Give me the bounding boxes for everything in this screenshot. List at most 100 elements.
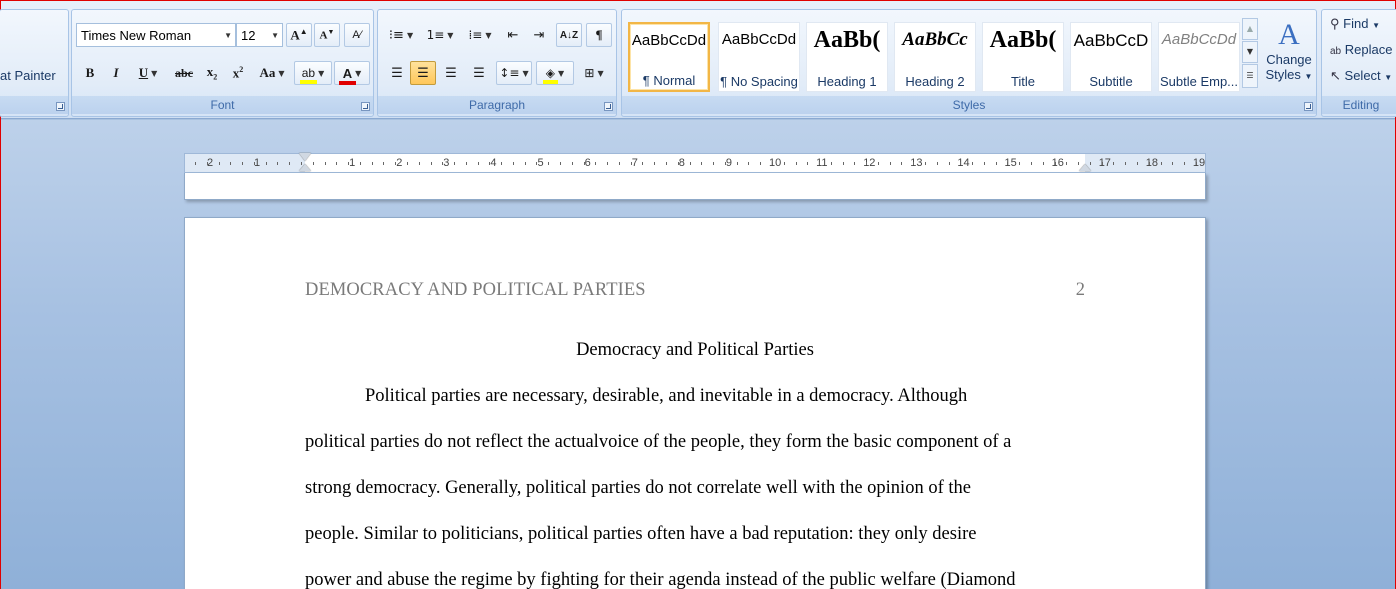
italic-button[interactable]: I <box>104 61 128 85</box>
multilevel-list-button[interactable]: ⁞≡ ▼ <box>462 23 498 47</box>
gallery-scroll-down-button[interactable]: ▼ <box>1242 41 1258 63</box>
numbering-button[interactable]: 1≡ ▼ <box>422 23 458 47</box>
sort-button[interactable]: A↓Z <box>556 23 582 47</box>
change-styles-button[interactable]: A Change Styles ▼ <box>1262 14 1316 92</box>
ruler-tick <box>372 162 373 165</box>
clear-formatting-icon: A⁄ <box>352 29 362 41</box>
font-color-icon: A <box>338 66 357 85</box>
style-no-spacing[interactable]: AaBbCcDd ¶ No Spacing <box>718 22 800 92</box>
ruler-label: 8 <box>678 157 685 169</box>
chevron-down-icon: ▼ <box>485 30 492 40</box>
ruler-tick <box>501 162 502 165</box>
replace-button[interactable]: ab Replace <box>1330 42 1392 62</box>
style-name: Heading 1 <box>817 74 877 89</box>
paragraph-group-label: Paragraph <box>378 96 616 114</box>
underline-button[interactable]: U ▼ <box>130 61 166 85</box>
ruler-tick <box>1066 162 1067 165</box>
document-page[interactable]: DEMOCRACY AND POLITICAL PARTIES 2 Democr… <box>184 217 1206 589</box>
hanging-indent-marker[interactable] <box>299 164 311 171</box>
running-head: DEMOCRACY AND POLITICAL PARTIES <box>305 280 646 300</box>
line-spacing-icon: ↕≡ <box>499 66 520 80</box>
justify-button[interactable]: ☰ <box>466 61 492 85</box>
font-dialog-launcher[interactable] <box>361 102 370 111</box>
strikethrough-icon: abc <box>175 65 193 80</box>
decrease-indent-icon: ⇤ <box>507 27 519 43</box>
ruler-tick <box>890 162 891 165</box>
increase-indent-button[interactable]: ⇥ <box>526 23 552 47</box>
style-heading-1[interactable]: AaBb( Heading 1 <box>806 22 888 92</box>
ruler-tick <box>772 162 773 165</box>
ruler-tick <box>548 162 549 165</box>
replace-label: Replace <box>1344 42 1393 57</box>
shrink-font-button[interactable]: A▼ <box>314 23 340 47</box>
subscript-button[interactable]: x2 <box>200 61 224 85</box>
numbered-list-icon: 1≡ <box>426 28 445 42</box>
styles-dialog-launcher[interactable] <box>1304 102 1313 111</box>
font-group: Times New Roman ▼ 12 ▼ A▲ A▼ A⁄ B I U ▼ … <box>71 9 374 117</box>
style-name: Title <box>1010 74 1036 89</box>
ruler-tick <box>854 162 855 165</box>
style-subtitle[interactable]: AaBbCcD Subtitle <box>1070 22 1152 92</box>
paragraph-dialog-launcher[interactable] <box>604 102 613 111</box>
align-center-button[interactable]: ☰ <box>410 61 436 85</box>
shading-button[interactable]: ◈ ▼ <box>536 61 574 85</box>
bold-button[interactable]: B <box>78 61 102 85</box>
chevron-down-icon: ▼ <box>224 31 232 40</box>
text-highlight-button[interactable]: ab ▼ <box>294 61 332 85</box>
font-name-combo[interactable]: Times New Roman ▼ <box>76 23 236 47</box>
body-line: political parties do not reflect the act… <box>305 432 1012 452</box>
style-subtle-emphasis[interactable]: AaBbCcDd Subtle Emp... <box>1158 22 1240 92</box>
line-spacing-button[interactable]: ↕≡ ▼ <box>496 61 532 85</box>
style-title[interactable]: AaBb( Title <box>982 22 1064 92</box>
superscript-button[interactable]: x2 <box>226 61 250 85</box>
change-styles-label-2: Styles <box>1265 67 1301 82</box>
first-line-indent-marker[interactable] <box>299 153 311 161</box>
gallery-scroll-up-button[interactable]: ▲ <box>1242 18 1258 40</box>
font-group-label: Font <box>72 96 373 114</box>
decrease-indent-button[interactable]: ⇤ <box>500 23 526 47</box>
ruler-tick <box>866 162 867 165</box>
select-label: Select <box>1344 68 1381 83</box>
border-icon: ⊞ <box>584 66 595 80</box>
ruler-tick <box>513 162 514 165</box>
change-case-button[interactable]: Aa ▼ <box>254 61 290 85</box>
ruler-tick <box>1055 162 1056 165</box>
ruler-label: 19 <box>1192 157 1206 169</box>
ruler-label: 4 <box>490 157 497 169</box>
shrink-font-icon: A▼ <box>319 28 335 42</box>
clear-formatting-button[interactable]: A⁄ <box>344 23 370 47</box>
ruler-tick <box>242 162 243 165</box>
page-number: 2 <box>1075 280 1085 300</box>
ruler-label: 16 <box>1051 157 1064 169</box>
bullets-button[interactable]: ⁝≡ ▼ <box>384 23 418 47</box>
ruler-tick <box>713 162 714 165</box>
ruler-tick <box>901 162 902 165</box>
align-right-button[interactable]: ☰ <box>438 61 464 85</box>
horizontal-ruler[interactable]: 2 1 1 2 3 4 5 6 7 8 9 10 11 12 13 14 15 16 17 18 19 <box>184 153 1206 173</box>
grow-font-button[interactable]: A▲ <box>286 23 312 47</box>
body-line: power and abuse the regime by fighting f… <box>305 570 1016 589</box>
ruler-tick <box>996 162 997 165</box>
strikethrough-button[interactable]: abc <box>170 61 198 85</box>
style-normal[interactable]: AaBbCcDd ¶ Normal <box>628 22 710 92</box>
ruler-tick <box>607 162 608 165</box>
style-heading-2[interactable]: AaBbCc Heading 2 <box>894 22 976 92</box>
ruler-label: 9 <box>725 157 733 169</box>
right-indent-marker[interactable] <box>1079 164 1091 171</box>
gallery-more-button[interactable]: ☰ <box>1242 64 1258 88</box>
ruler-tick <box>525 162 526 165</box>
change-styles-label-1: Change <box>1266 52 1312 67</box>
align-left-button[interactable]: ☰ <box>384 61 410 85</box>
format-painter-button[interactable]: at Painter <box>0 68 56 88</box>
clipboard-dialog-launcher[interactable] <box>56 102 65 111</box>
chevron-down-icon: ▼ <box>597 68 604 78</box>
select-button[interactable]: ↖ Select ▼ <box>1330 68 1392 88</box>
font-color-button[interactable]: A ▼ <box>334 61 370 85</box>
borders-button[interactable]: ⊞ ▼ <box>576 61 612 85</box>
style-sample: AaBbCc <box>902 29 968 50</box>
find-button[interactable]: ⚲ Find ▼ <box>1330 16 1380 36</box>
ruler-tick <box>807 162 808 165</box>
show-hide-marks-button[interactable]: ¶ <box>586 23 612 47</box>
ruler-tick <box>572 162 573 165</box>
font-size-combo[interactable]: 12 ▼ <box>236 23 283 47</box>
